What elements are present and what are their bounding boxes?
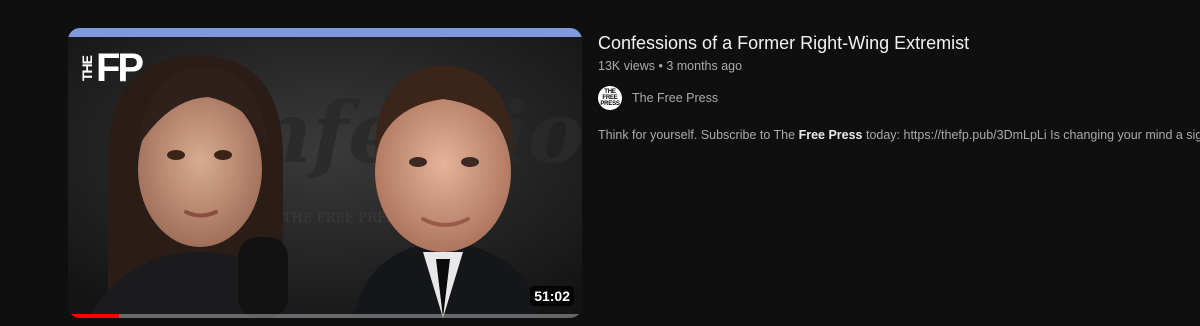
video-info: Confessions of a Former Right-Wing Extre… [598, 30, 1200, 142]
channel-link[interactable]: THE FREE PRESS The Free Press [598, 86, 718, 110]
watch-progress-fill [68, 314, 120, 318]
description-highlight: Free Press [798, 128, 863, 142]
video-thumbnail[interactable]: Confessions THE FREE PRESS [68, 28, 582, 318]
thumbnail-image: Confessions THE FREE PRESS [68, 37, 582, 318]
description-prefix: Think for yourself. Subscribe to The [598, 128, 799, 142]
upload-age: 3 months ago [666, 59, 743, 73]
logo-fp-text: FP [96, 46, 144, 90]
channel-name[interactable]: The Free Press [632, 91, 718, 105]
avatar-line-3: PRESS [600, 101, 620, 107]
duration-badge: 51:02 [530, 286, 574, 306]
description-suffix: today: https://thefp.pub/3DmLpLi Is chan… [862, 128, 1200, 142]
video-description-snippet: Think for yourself. Subscribe to The Fre… [598, 126, 1200, 144]
view-count: 13K views [598, 59, 655, 73]
channel-avatar[interactable]: THE FREE PRESS [598, 86, 622, 110]
watch-progress-bar [68, 314, 582, 318]
thumbnail-top-band [68, 28, 582, 37]
video-result[interactable]: Confessions THE FREE PRESS [0, 0, 1200, 326]
video-metadata: 13K views • 3 months ago [598, 57, 1200, 75]
logo-the-text: THE [79, 55, 95, 81]
thumbnail-fp-logo: THE FP [79, 46, 144, 90]
video-title[interactable]: Confessions of a Former Right-Wing Extre… [598, 30, 1200, 56]
